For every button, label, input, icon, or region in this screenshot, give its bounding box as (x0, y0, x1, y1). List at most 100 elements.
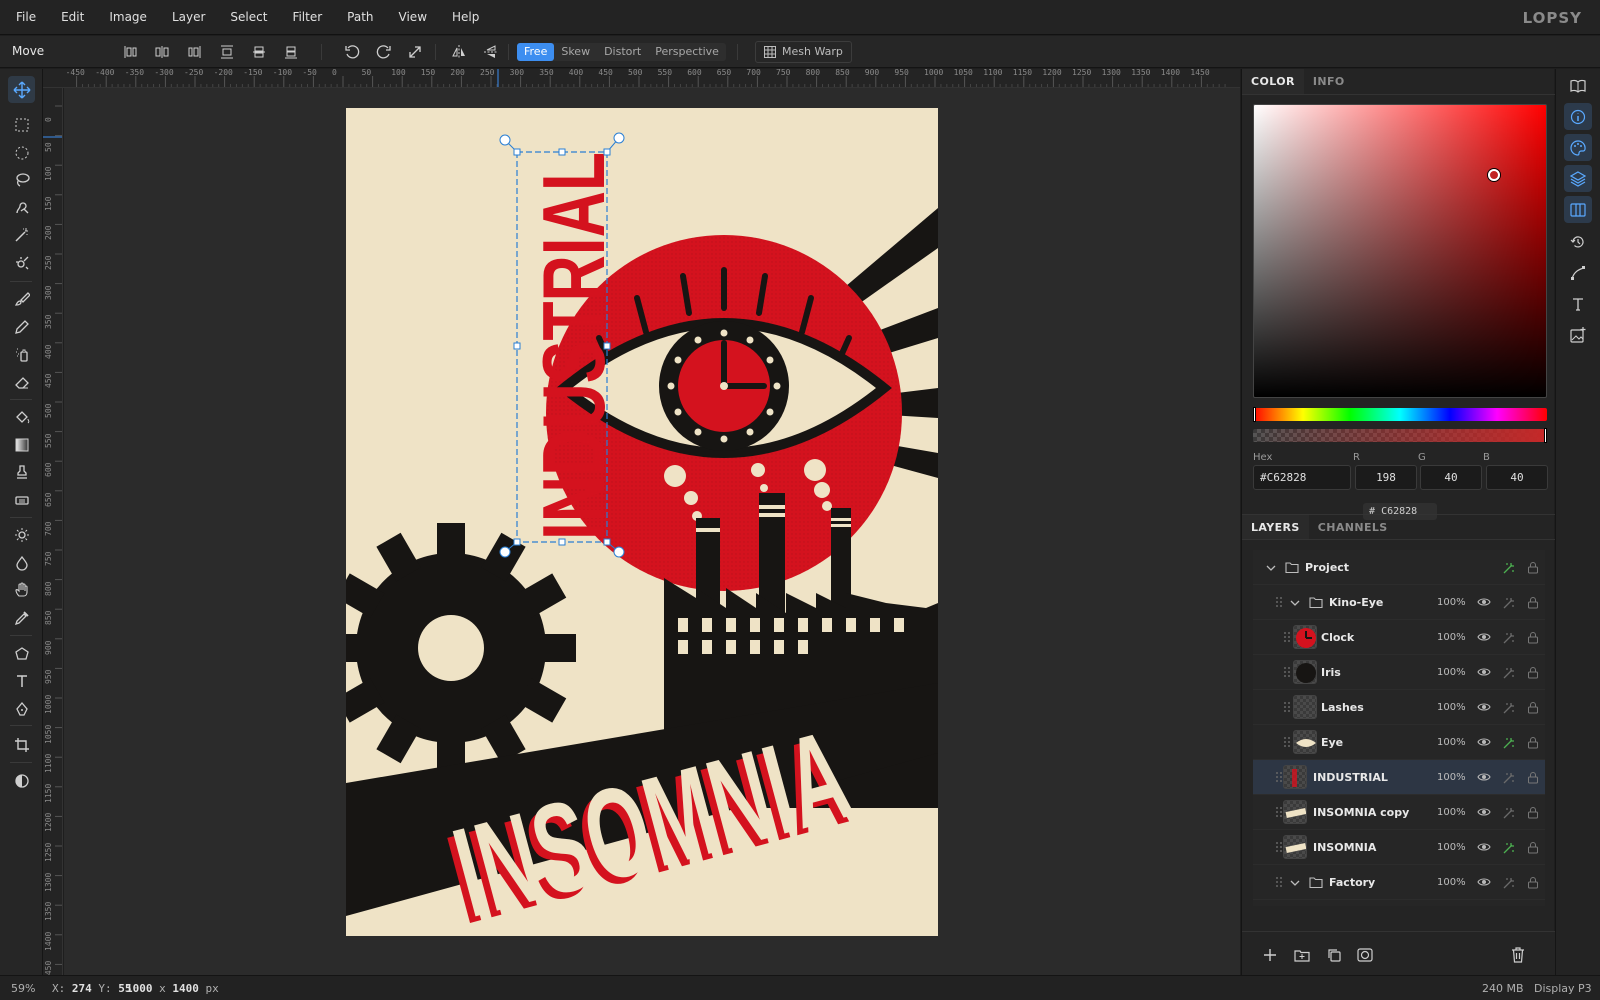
effects-icon[interactable] (1502, 806, 1516, 823)
visibility-eye-icon[interactable] (1477, 596, 1491, 611)
menu-path[interactable]: Path (335, 10, 386, 24)
effects-icon[interactable] (1502, 736, 1516, 753)
lock-icon[interactable] (1527, 666, 1539, 682)
alpha-slider[interactable] (1253, 428, 1547, 443)
layer-opacity[interactable]: 100% (1437, 702, 1466, 713)
visibility-eye-icon[interactable] (1477, 806, 1491, 821)
spray-icon[interactable] (8, 340, 35, 367)
chevron-down-icon[interactable] (1289, 877, 1301, 889)
drag-handle-icon[interactable] (1283, 666, 1291, 678)
effects-icon[interactable] (1502, 841, 1516, 858)
hue-slider[interactable] (1253, 407, 1547, 422)
visibility-eye-icon[interactable] (1477, 701, 1491, 716)
lock-icon[interactable] (1527, 596, 1539, 612)
drag-handle-icon[interactable] (1275, 596, 1283, 608)
layer-opacity[interactable]: 100% (1437, 597, 1466, 608)
layer-opacity[interactable]: 100% (1437, 632, 1466, 643)
effects-icon[interactable] (1502, 561, 1516, 578)
paint-bucket-icon[interactable] (8, 403, 35, 430)
dodge-icon[interactable] (8, 521, 35, 548)
type-icon[interactable] (1564, 290, 1592, 317)
hand-icon[interactable] (8, 576, 35, 603)
lock-icon[interactable] (1527, 841, 1539, 857)
chevron-down-icon[interactable] (1289, 597, 1301, 609)
alpha-slider-handle[interactable] (1544, 428, 1547, 443)
align-center-icon[interactable] (150, 41, 174, 63)
gradient-icon[interactable] (8, 431, 35, 458)
drag-handle-icon[interactable] (1275, 841, 1283, 853)
paths-icon[interactable] (1564, 259, 1592, 286)
lock-icon[interactable] (1527, 876, 1539, 892)
duplicate-icon[interactable] (1323, 944, 1345, 966)
layer-opacity[interactable]: 100% (1437, 667, 1466, 678)
tab-color[interactable]: COLOR (1242, 69, 1304, 94)
mode-skew[interactable]: Skew (554, 43, 597, 61)
effects-icon[interactable] (1502, 876, 1516, 893)
effects-icon[interactable] (1502, 666, 1516, 683)
stamp-icon[interactable] (8, 458, 35, 485)
menu-edit[interactable]: Edit (49, 10, 97, 24)
lock-icon[interactable] (1527, 561, 1539, 577)
align-right-icon[interactable] (182, 41, 206, 63)
lock-icon[interactable] (1527, 771, 1539, 787)
magic-wand-icon[interactable] (8, 221, 35, 248)
mode-perspective[interactable]: Perspective (648, 43, 726, 61)
menu-filter[interactable]: Filter (280, 10, 335, 24)
effects-icon[interactable] (1502, 701, 1516, 718)
rotate-ccw-icon[interactable] (340, 41, 364, 63)
menu-select[interactable]: Select (218, 10, 280, 24)
quick-select-icon[interactable] (8, 249, 35, 276)
menu-file[interactable]: File (0, 10, 49, 24)
visibility-eye-icon[interactable] (1477, 631, 1491, 646)
tab-info[interactable]: INFO (1304, 69, 1354, 94)
book-icon[interactable] (1564, 72, 1592, 99)
patch-icon[interactable] (8, 486, 35, 513)
lasso-icon[interactable] (8, 166, 35, 193)
move-tool-icon[interactable] (8, 76, 35, 103)
layer-row-industrial[interactable]: INDUSTRIAL 100% (1253, 760, 1545, 795)
layer-opacity[interactable]: 100% (1437, 842, 1466, 853)
layer-opacity[interactable]: 100% (1437, 877, 1466, 888)
menu-view[interactable]: View (387, 10, 440, 24)
effects-icon[interactable] (1502, 631, 1516, 648)
mesh-warp-button[interactable]: Mesh Warp (755, 41, 852, 63)
magnetic-lasso-icon[interactable] (8, 194, 35, 221)
drag-handle-icon[interactable] (1275, 806, 1283, 818)
layer-row-insomnia[interactable]: INSOMNIA 100% (1253, 830, 1545, 865)
artboard[interactable]: INSOMNIA INSOMNIA INDUSTRIAL (346, 108, 938, 936)
add-layer-icon[interactable] (1259, 944, 1281, 966)
flip-horizontal-icon[interactable] (447, 41, 471, 63)
lock-icon[interactable] (1527, 701, 1539, 717)
g-input[interactable]: 40 (1420, 465, 1482, 490)
eraser-icon[interactable] (8, 368, 35, 395)
text-tool-icon[interactable] (8, 667, 35, 694)
layer-row-eye[interactable]: Eye 100% (1253, 725, 1545, 760)
flip-vertical-icon[interactable] (479, 41, 503, 63)
palette-icon[interactable] (1564, 134, 1592, 161)
align-bottom-icon[interactable] (279, 41, 303, 63)
visibility-eye-icon[interactable] (1477, 876, 1491, 891)
blur-drop-icon[interactable] (8, 549, 35, 576)
drag-handle-icon[interactable] (1283, 701, 1291, 713)
pen-icon[interactable] (8, 695, 35, 722)
polygon-icon[interactable] (8, 640, 35, 667)
saturation-value-picker[interactable] (1253, 104, 1547, 398)
ellipse-select-icon[interactable] (8, 139, 35, 166)
lock-icon[interactable] (1527, 806, 1539, 822)
layers-icon[interactable] (1564, 165, 1592, 192)
visibility-eye-icon[interactable] (1477, 771, 1491, 786)
drag-handle-icon[interactable] (1275, 771, 1283, 783)
layer-opacity[interactable]: 100% (1437, 772, 1466, 783)
effects-icon[interactable] (1502, 771, 1516, 788)
contrast-icon[interactable] (8, 767, 35, 794)
canvas-workspace[interactable]: INSOMNIA INSOMNIA INDUSTRIAL (64, 88, 1240, 975)
scale-icon[interactable] (403, 41, 427, 63)
drag-handle-icon[interactable] (1283, 631, 1291, 643)
drag-handle-icon[interactable] (1275, 876, 1283, 888)
b-input[interactable]: 40 (1486, 465, 1548, 490)
mode-free[interactable]: Free (517, 43, 555, 61)
hex-input[interactable]: #C62828 (1253, 465, 1351, 490)
pencil-icon[interactable] (8, 313, 35, 340)
mode-distort[interactable]: Distort (597, 43, 648, 61)
color-picker-knob[interactable] (1488, 169, 1500, 181)
